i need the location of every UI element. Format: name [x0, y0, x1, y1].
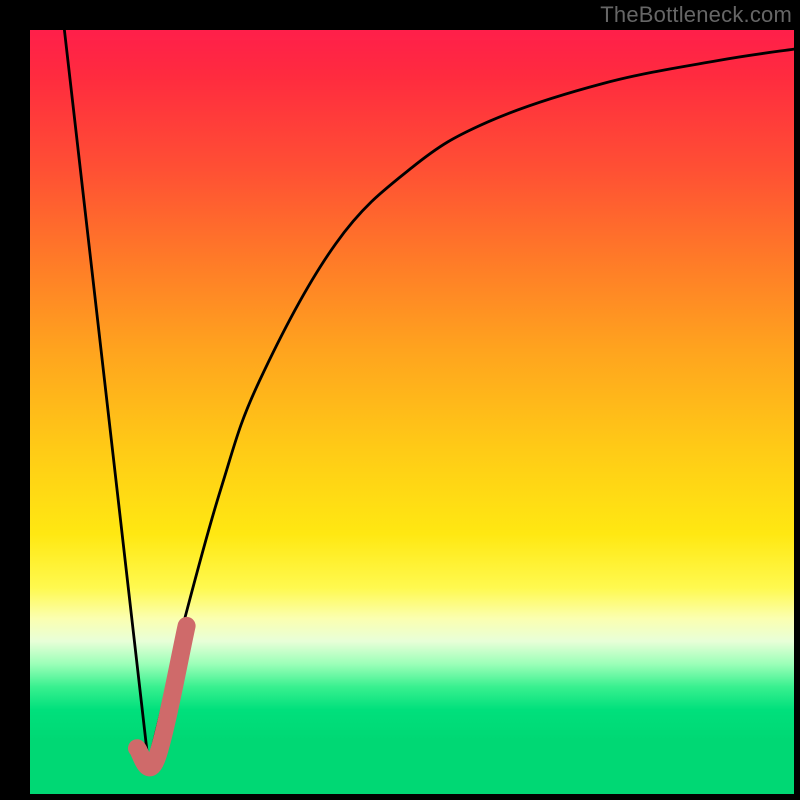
- left-line-series: [64, 30, 148, 763]
- chart-svg: [30, 30, 794, 794]
- chart-plot-area: [30, 30, 794, 794]
- attribution-label: TheBottleneck.com: [600, 2, 792, 28]
- right-curve-series: [148, 49, 794, 763]
- highlight-segment: [137, 626, 187, 767]
